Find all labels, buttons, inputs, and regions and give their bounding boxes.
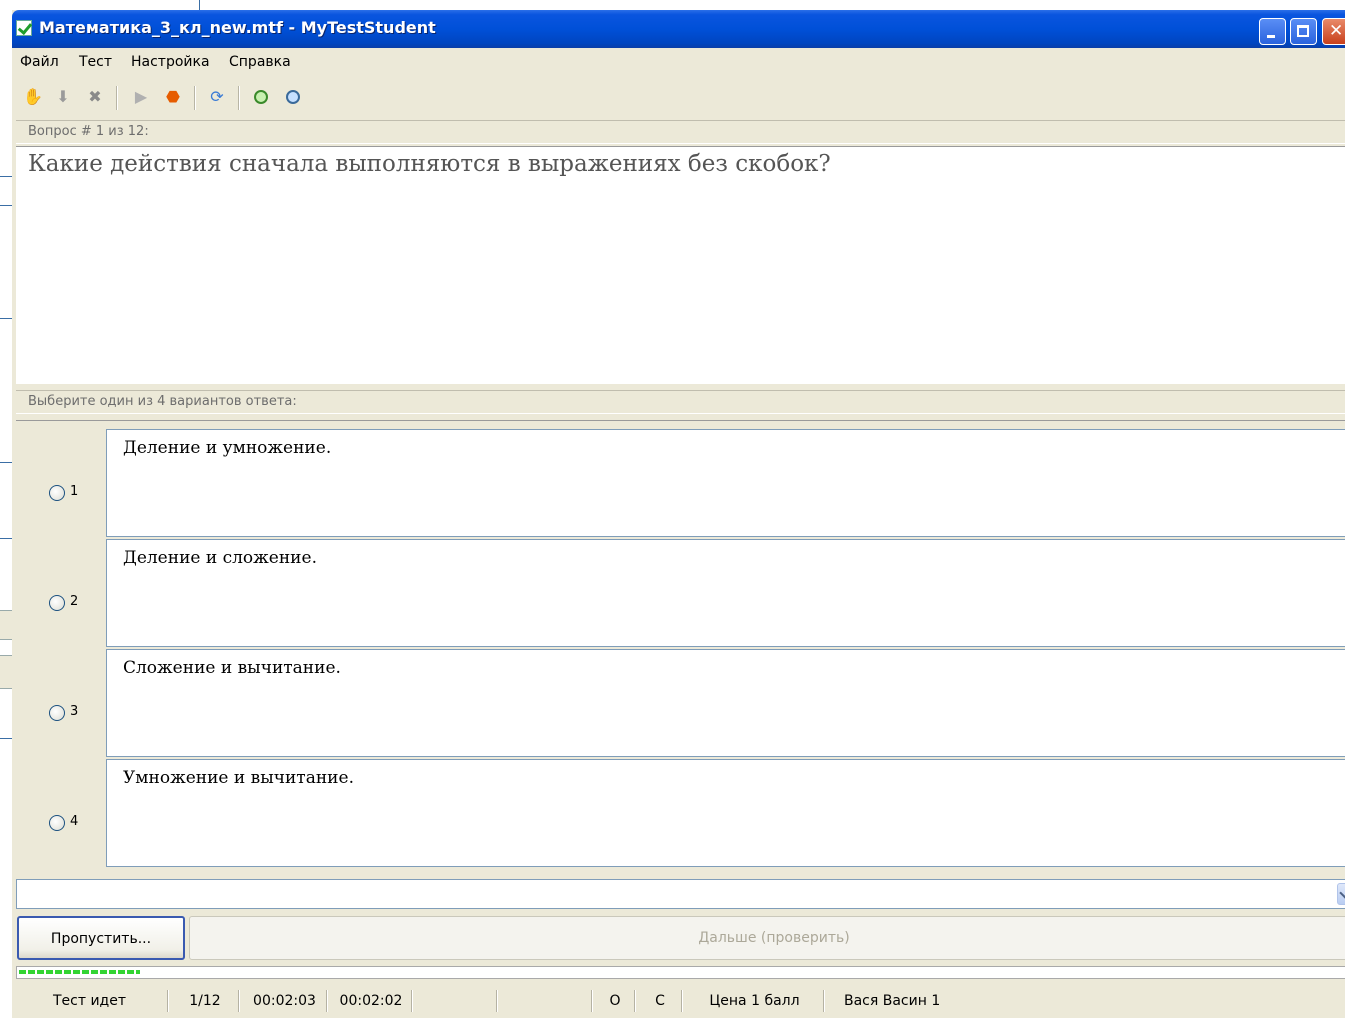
answer-text: Сложение и вычитание. xyxy=(123,658,341,678)
answer-list: 1 Деление и умножение. 2 Деление и сложе… xyxy=(16,420,1345,876)
answers-instruction: Выберите один из 4 вариантов ответа: xyxy=(28,394,297,409)
menu-test[interactable]: Тест xyxy=(79,54,112,70)
play-icon[interactable]: ▶ xyxy=(130,86,152,108)
close-button[interactable] xyxy=(1322,18,1345,45)
answers-header: Выберите один из 4 вариантов ответа: xyxy=(16,390,1345,414)
app-window: Математика_3_кл_new.mtf - MyTestStudent … xyxy=(12,10,1345,1018)
chevron-down-icon[interactable] xyxy=(1337,883,1345,905)
app-checkbox-icon xyxy=(16,20,32,36)
answer-text: Умножение и вычитание. xyxy=(123,768,354,788)
status-time-elapsed: 00:02:03 xyxy=(243,990,327,1012)
question-header: Вопрос # 1 из 12: xyxy=(16,120,1345,144)
hand-icon[interactable]: ✋ xyxy=(22,86,44,108)
answer-text-box[interactable]: Умножение и вычитание. xyxy=(106,759,1345,867)
answer-text: Деление и умножение. xyxy=(123,438,332,458)
answer-option[interactable]: 3 Сложение и вычитание. xyxy=(16,649,1345,759)
status-c: С xyxy=(639,990,682,1012)
status-state: Тест идет xyxy=(12,990,168,1012)
title-bar[interactable]: Математика_3_кл_new.mtf - MyTestStudent xyxy=(12,10,1345,48)
menu-settings[interactable]: Настройка xyxy=(131,54,210,70)
answer-text-box[interactable]: Деление и сложение. xyxy=(106,539,1345,647)
progress-bar xyxy=(16,966,1345,979)
status-bar: Тест идет 1/12 00:02:03 00:02:02 О С Цен… xyxy=(12,986,1345,1018)
zoom-out-icon[interactable] xyxy=(282,86,304,108)
status-empty xyxy=(416,990,497,1012)
menu-bar: Файл Тест Настройка Справка xyxy=(12,50,1345,74)
status-empty xyxy=(501,990,592,1012)
toolbar: ✋ ⬇ ✖ ▶ ⬣ ⟳ xyxy=(12,80,1345,114)
status-time-left: 00:02:02 xyxy=(331,990,412,1012)
skip-button[interactable]: Пропустить... xyxy=(17,916,185,960)
next-check-button[interactable]: Дальше (проверить) xyxy=(189,916,1345,960)
answer-option[interactable]: 2 Деление и сложение. xyxy=(16,539,1345,649)
question-number: Вопрос # 1 из 12: xyxy=(28,124,149,139)
answer-radio-2[interactable] xyxy=(49,595,65,611)
answer-number: 3 xyxy=(70,704,79,719)
answer-radio-1[interactable] xyxy=(49,485,65,501)
answer-combo[interactable] xyxy=(16,879,1345,909)
answer-option[interactable]: 4 Умножение и вычитание. xyxy=(16,759,1345,869)
status-o: О xyxy=(596,990,635,1012)
refresh-icon[interactable]: ⟳ xyxy=(206,86,228,108)
delete-icon[interactable]: ✖ xyxy=(84,86,106,108)
answer-text-box[interactable]: Сложение и вычитание. xyxy=(106,649,1345,757)
answer-number: 1 xyxy=(70,484,79,499)
menu-file[interactable]: Файл xyxy=(20,54,59,70)
answer-number: 2 xyxy=(70,594,79,609)
window-title: Математика_3_кл_new.mtf - MyTestStudent xyxy=(39,18,436,37)
answer-option[interactable]: 1 Деление и умножение. xyxy=(16,429,1345,539)
answer-radio-3[interactable] xyxy=(49,705,65,721)
answer-radio-4[interactable] xyxy=(49,815,65,831)
status-user: Вася Васин 1 xyxy=(844,993,941,1009)
down-arrow-icon[interactable]: ⬇ xyxy=(52,86,74,108)
question-area: Какие действия сначала выполняются в выр… xyxy=(16,146,1345,384)
status-counter: 1/12 xyxy=(172,990,239,1012)
answer-text: Деление и сложение. xyxy=(123,548,317,568)
stop-icon[interactable]: ⬣ xyxy=(162,86,184,108)
minimize-button[interactable] xyxy=(1259,18,1286,45)
answer-number: 4 xyxy=(70,814,79,829)
background-line xyxy=(199,0,200,10)
progress-fill xyxy=(19,970,140,974)
question-text: Какие действия сначала выполняются в выр… xyxy=(28,151,831,177)
status-price: Цена 1 балл xyxy=(686,990,824,1012)
zoom-in-icon[interactable] xyxy=(250,86,272,108)
answer-text-box[interactable]: Деление и умножение. xyxy=(106,429,1345,537)
menu-help[interactable]: Справка xyxy=(229,54,291,70)
maximize-button[interactable] xyxy=(1290,18,1317,45)
